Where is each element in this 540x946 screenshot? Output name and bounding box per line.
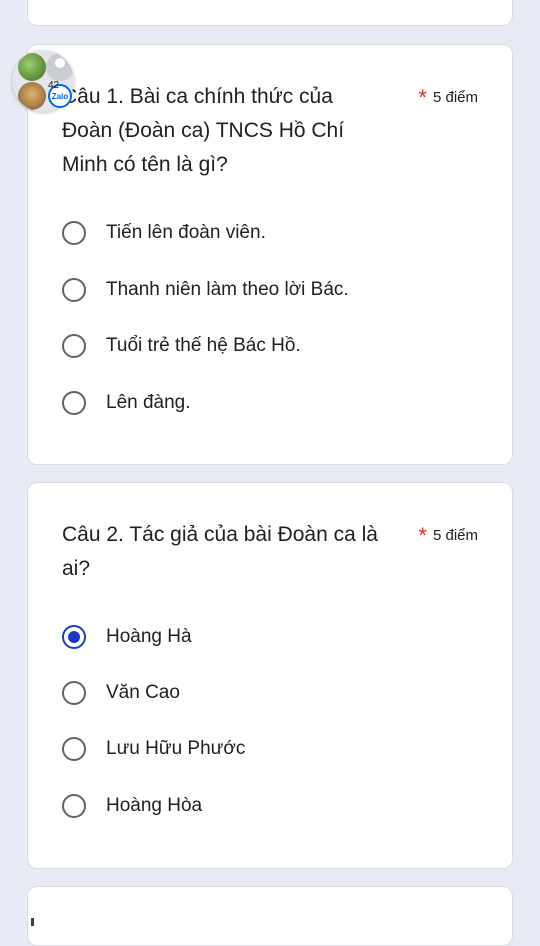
radio-icon[interactable] (62, 737, 86, 761)
unread-count: 42 (48, 80, 60, 91)
question-card-1: Câu 1. Bài ca chính thức của Đoàn (Đoàn … (27, 44, 513, 465)
chat-bubble[interactable]: Zalo 42 (12, 50, 78, 114)
previous-question-card (27, 0, 513, 26)
points-label: 5 điểm (432, 527, 478, 544)
radio-icon[interactable] (62, 278, 86, 302)
question-title: Câu 1. Bài ca chính thức của Đoàn (Đoàn … (62, 85, 345, 176)
question-card-2: Câu 2. Tác giả của bài Đoàn ca là ai? * 5… (27, 482, 513, 869)
option-label: Lưu Hữu Phước (106, 738, 246, 759)
next-question-card (27, 886, 513, 946)
option-label: Tuổi trẻ thế hệ Bác Hồ. (106, 335, 301, 356)
radio-icon[interactable] (62, 391, 86, 415)
radio-icon[interactable] (62, 681, 86, 705)
option-radio[interactable]: Tuổi trẻ thế hệ Bác Hồ. (62, 326, 301, 366)
avatar-placeholder-icon (46, 53, 74, 81)
option-label: Lên đàng. (106, 392, 191, 413)
option-radio[interactable]: Lên đàng. (62, 383, 191, 423)
option-label: Thanh niên làm theo lời Bác. (106, 279, 349, 300)
required-marker: * (418, 85, 427, 110)
question-points: * 5 điểm (418, 523, 478, 549)
radio-icon[interactable] (62, 221, 86, 245)
option-radio[interactable]: Văn Cao (62, 673, 180, 713)
text-cursor-icon (19, 918, 47, 926)
question-points: * 5 điểm (418, 85, 478, 111)
option-label: Hoàng Hòa (106, 795, 203, 816)
option-label: Văn Cao (106, 682, 180, 703)
option-radio[interactable]: Hoàng Hòa (62, 786, 202, 826)
required-marker: * (418, 523, 427, 548)
option-label: Tiến lên đoàn viên. (106, 222, 266, 243)
avatar (18, 53, 46, 81)
radio-icon[interactable] (62, 794, 86, 818)
points-label: 5 điểm (432, 89, 478, 106)
radio-icon[interactable] (62, 334, 86, 358)
option-radio[interactable]: Thanh niên làm theo lời Bác. (62, 270, 349, 310)
question-title: Câu 2. Tác giả của bài Đoàn ca là ai? (62, 523, 378, 580)
option-radio[interactable]: Lưu Hữu Phước (62, 729, 245, 769)
avatar (18, 82, 46, 110)
option-radio[interactable]: Tiến lên đoàn viên. (62, 213, 266, 253)
option-radio[interactable]: Hoàng Hà (62, 617, 192, 657)
radio-checked-icon[interactable] (62, 625, 86, 649)
option-label: Hoàng Hà (106, 626, 192, 647)
